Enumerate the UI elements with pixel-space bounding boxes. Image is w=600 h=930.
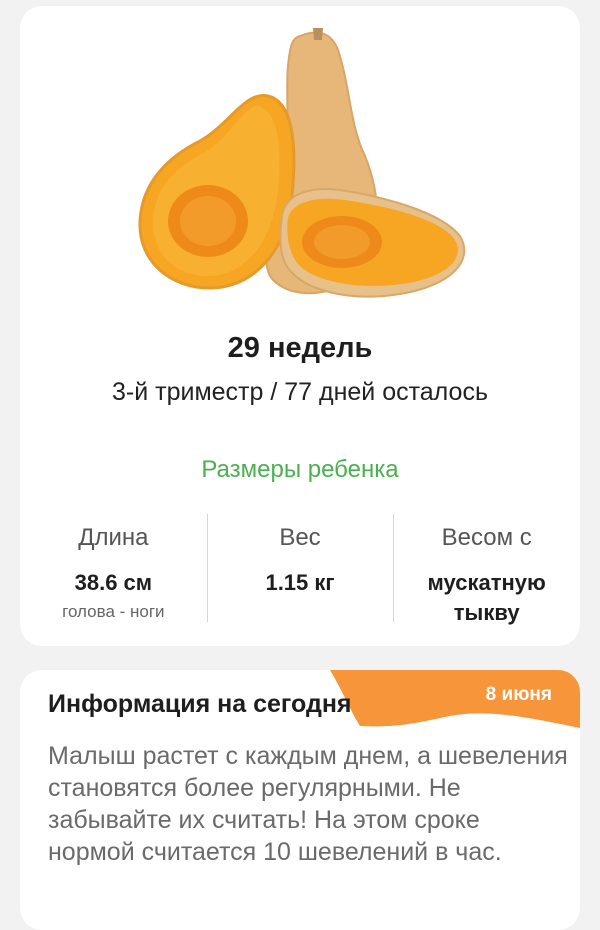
daily-info-card[interactable]: Информация на сегодня 8 июня Малыш расте… (20, 670, 580, 930)
stat-weight-value: 1.15 кг (265, 570, 335, 595)
stat-comparison-label: Весом с (441, 524, 532, 551)
butternut-squash-image (20, 6, 580, 316)
stat-length: Длина 38.6 см голова - ноги (20, 514, 207, 626)
info-title: Информация на сегодня (48, 690, 352, 718)
stat-length-note: голова - ноги (62, 602, 165, 621)
stat-weight-label: Вес (279, 524, 321, 551)
week-title: 29 недель (227, 332, 373, 364)
stat-length-value: 38.6 см (74, 570, 153, 595)
week-card: 29 недель 3-й триместр / 77 дней осталос… (20, 6, 580, 646)
trimester-subtitle: 3-й триместр / 77 дней осталось (112, 378, 488, 406)
stat-comparison-value: мускатную тыкву (427, 570, 546, 625)
stat-length-label: Длина (78, 524, 149, 551)
info-date: 8 июня (485, 684, 552, 705)
stat-comparison: Весом с мускатную тыкву (393, 514, 580, 626)
baby-stats: Длина 38.6 см голова - ноги Вес 1.15 кг … (20, 514, 580, 626)
baby-sizes-heading: Размеры ребенка (201, 456, 399, 483)
info-text: Малыш растет с каждым днем, а шевеления … (48, 742, 568, 866)
stat-weight: Вес 1.15 кг (206, 514, 394, 626)
